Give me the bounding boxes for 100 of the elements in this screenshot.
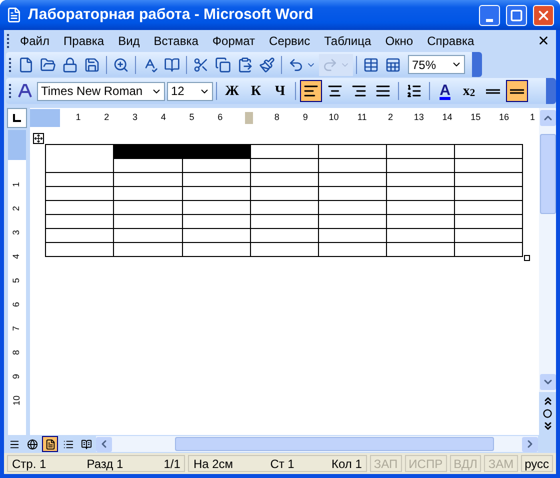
menu-item[interactable]: Справка bbox=[420, 32, 482, 50]
redo-icon bbox=[322, 56, 338, 72]
table-cell[interactable] bbox=[182, 186, 250, 200]
table-cell[interactable] bbox=[318, 158, 386, 172]
table-cell[interactable] bbox=[114, 214, 182, 228]
table-cell[interactable] bbox=[318, 214, 386, 228]
table-cell[interactable] bbox=[454, 200, 522, 214]
toolbar-grip[interactable] bbox=[9, 84, 12, 98]
table-cell[interactable] bbox=[318, 242, 386, 256]
table-cell[interactable] bbox=[386, 186, 454, 200]
table-cell[interactable] bbox=[386, 228, 454, 242]
column-marker[interactable] bbox=[244, 112, 253, 124]
table-cell[interactable] bbox=[250, 200, 318, 214]
table-cell[interactable] bbox=[182, 214, 250, 228]
table-cell[interactable] bbox=[250, 186, 318, 200]
table-cell[interactable] bbox=[318, 172, 386, 186]
format-button[interactable]: Ж bbox=[221, 80, 243, 102]
format-button[interactable]: Ч bbox=[269, 80, 291, 102]
font-combo[interactable]: Times New Roman bbox=[37, 82, 165, 100]
table-cell[interactable] bbox=[386, 200, 454, 214]
table-cell[interactable] bbox=[114, 228, 182, 242]
table-resize-handle[interactable] bbox=[524, 255, 530, 261]
page-view-button[interactable] bbox=[42, 436, 58, 452]
menu-item[interactable]: Правка bbox=[56, 32, 112, 50]
scroll-down-button[interactable] bbox=[540, 374, 556, 390]
table-cell[interactable] bbox=[318, 200, 386, 214]
clipboard-icon bbox=[237, 56, 253, 72]
table-cell[interactable] bbox=[182, 172, 250, 186]
scroll-up-button[interactable] bbox=[540, 110, 556, 126]
maximize-button[interactable] bbox=[506, 4, 527, 26]
toolbar-grip[interactable] bbox=[9, 58, 12, 72]
table-cell[interactable] bbox=[114, 158, 182, 172]
table-cell[interactable] bbox=[46, 172, 114, 186]
table-cell[interactable] bbox=[114, 144, 250, 158]
table-cell[interactable] bbox=[46, 242, 114, 256]
table-cell[interactable] bbox=[250, 144, 318, 158]
border-button[interactable] bbox=[506, 80, 528, 102]
table-cell[interactable] bbox=[386, 158, 454, 172]
table-cell[interactable] bbox=[454, 158, 522, 172]
format-button[interactable]: К bbox=[245, 80, 267, 102]
table-cell[interactable] bbox=[46, 228, 114, 242]
table-cell[interactable] bbox=[250, 214, 318, 228]
scroll-right-button[interactable] bbox=[522, 436, 538, 452]
table-cell[interactable] bbox=[250, 172, 318, 186]
scroll-left-button[interactable] bbox=[96, 436, 112, 452]
tab-selector-button[interactable] bbox=[7, 108, 27, 128]
table-cell[interactable] bbox=[46, 214, 114, 228]
table-cell[interactable] bbox=[182, 228, 250, 242]
close-icon[interactable] bbox=[537, 34, 550, 47]
table-cell[interactable] bbox=[114, 186, 182, 200]
ruler-number: 13 bbox=[414, 112, 424, 122]
table-cell[interactable] bbox=[318, 144, 386, 158]
document-icon bbox=[6, 7, 22, 23]
table-cell[interactable] bbox=[114, 242, 182, 256]
table-cell[interactable] bbox=[182, 200, 250, 214]
menu-item[interactable]: Формат bbox=[205, 32, 262, 50]
table-cell[interactable] bbox=[454, 144, 522, 158]
menu-item[interactable]: Таблица bbox=[317, 32, 378, 50]
scroll-thumb[interactable] bbox=[540, 134, 556, 214]
table-cell[interactable] bbox=[318, 228, 386, 242]
browse-object-icon[interactable] bbox=[543, 409, 552, 418]
menu-item[interactable]: Сервис bbox=[262, 32, 318, 50]
table-cell[interactable] bbox=[386, 144, 454, 158]
minimize-button[interactable] bbox=[479, 4, 500, 26]
table-cell[interactable] bbox=[46, 144, 114, 172]
table-cell[interactable] bbox=[182, 158, 250, 172]
spreadsheet-icon bbox=[385, 56, 401, 72]
font-color-button[interactable]: A bbox=[434, 80, 456, 102]
format-button[interactable]: x$_{2}$ bbox=[458, 80, 480, 102]
ruler-number: 10 bbox=[10, 396, 22, 406]
menu-item[interactable]: Окно bbox=[378, 32, 420, 50]
table-cell[interactable] bbox=[46, 200, 114, 214]
table-cell[interactable] bbox=[454, 214, 522, 228]
table-cell[interactable] bbox=[250, 158, 318, 172]
table-cell[interactable] bbox=[182, 242, 250, 256]
table-cell[interactable] bbox=[250, 242, 318, 256]
table-cell[interactable] bbox=[250, 228, 318, 242]
table-cell[interactable] bbox=[46, 186, 114, 200]
table-cell[interactable] bbox=[454, 186, 522, 200]
table-cell[interactable] bbox=[454, 242, 522, 256]
align-left-button[interactable] bbox=[300, 80, 322, 102]
table-cell[interactable] bbox=[386, 242, 454, 256]
table-cell[interactable] bbox=[114, 172, 182, 186]
menu-item[interactable]: Файл bbox=[13, 32, 57, 50]
styles-icon[interactable] bbox=[17, 83, 33, 99]
menu-item[interactable]: Вставка bbox=[146, 32, 206, 50]
menu-item[interactable]: Вид bbox=[111, 32, 147, 50]
table-cell[interactable] bbox=[386, 172, 454, 186]
table-cell[interactable] bbox=[454, 172, 522, 186]
close-button[interactable] bbox=[533, 4, 554, 26]
toolbar-grip[interactable] bbox=[7, 34, 10, 48]
table-cell[interactable] bbox=[386, 214, 454, 228]
zoom-combo[interactable]: 75% bbox=[408, 55, 465, 74]
table-cell[interactable] bbox=[318, 186, 386, 200]
table-cell[interactable] bbox=[454, 228, 522, 242]
scroll-thumb[interactable] bbox=[175, 437, 494, 451]
table-move-handle[interactable] bbox=[33, 133, 44, 144]
status-field: Разд 1 bbox=[86, 454, 124, 472]
table-cell[interactable] bbox=[114, 200, 182, 214]
size-combo[interactable]: 12 bbox=[167, 82, 213, 100]
